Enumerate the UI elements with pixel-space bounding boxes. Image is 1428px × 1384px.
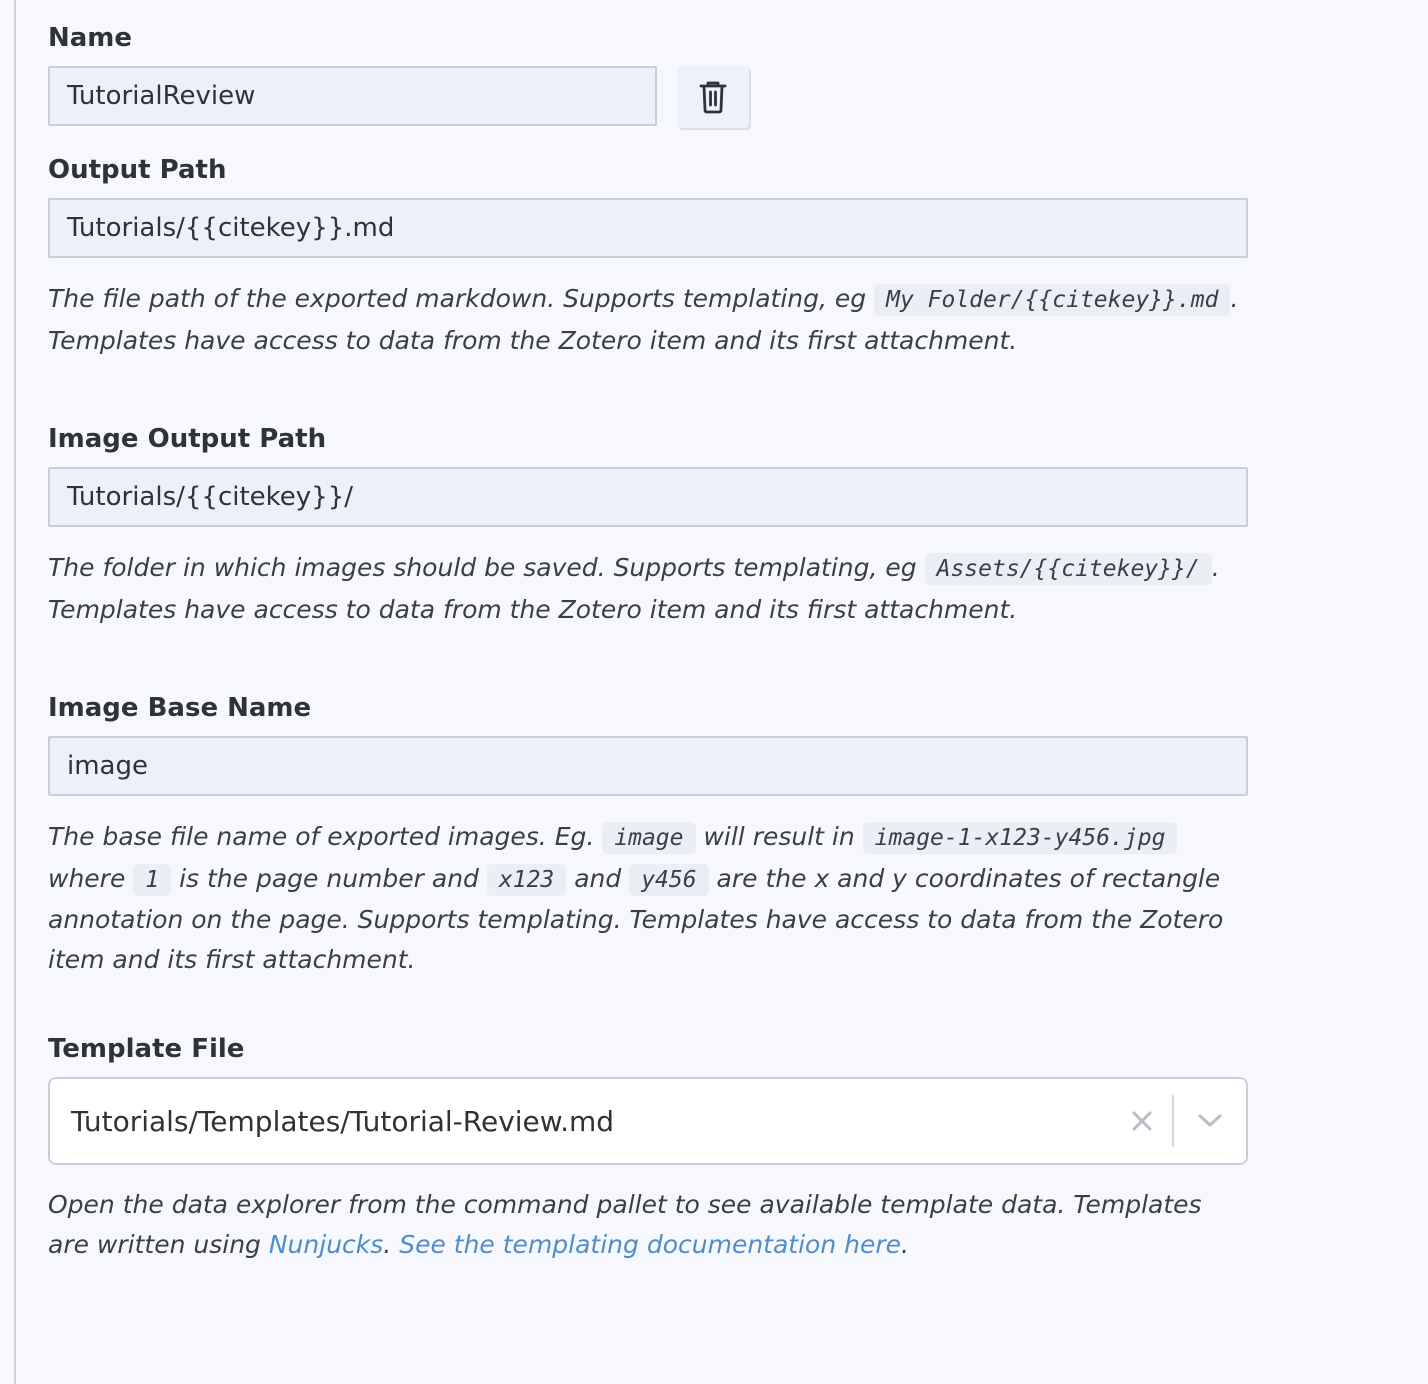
close-icon [1132, 1111, 1152, 1131]
template-file-value: Tutorials/Templates/Tutorial-Review.md [71, 1104, 615, 1138]
name-label: Name [48, 23, 133, 53]
code-snippet: Assets/{{citekey}}/ [924, 553, 1212, 585]
templating-docs-link[interactable]: See the templating documentation here [399, 1230, 901, 1259]
template-file-select[interactable]: Tutorials/Templates/Tutorial-Review.md [48, 1077, 1248, 1165]
image-output-path-input[interactable]: Tutorials/{{citekey}}/ [48, 467, 1248, 527]
description-text: is the page number and [171, 863, 487, 893]
image-output-path-label: Image Output Path [48, 424, 327, 454]
code-snippet: y456 [629, 863, 709, 896]
clear-button[interactable] [1112, 1091, 1172, 1151]
description-text: and [566, 863, 630, 893]
output-path-input[interactable]: Tutorials/{{citekey}}.md [48, 198, 1248, 258]
code-snippet: 1 [133, 863, 172, 896]
description-text: where [48, 863, 134, 893]
code-snippet: image-1-x123-y456.jpg [862, 822, 1178, 854]
trash-icon [699, 81, 727, 114]
dropdown-toggle[interactable] [1174, 1091, 1246, 1151]
settings-form: Name TutorialReview Output Path Tutorial… [48, 18, 1248, 1264]
description-text: The base file name of exported images. E… [48, 822, 603, 851]
name-row: TutorialReview [48, 66, 1248, 128]
name-input[interactable]: TutorialReview [48, 66, 657, 126]
description-text: will result in [695, 822, 863, 851]
description-text: . [383, 1229, 400, 1259]
code-snippet: x123 [486, 863, 567, 896]
chevron-down-icon [1198, 1114, 1222, 1127]
description-text: The folder in which images should be sav… [48, 553, 925, 582]
image-base-name-description: The base file name of exported images. E… [48, 817, 1248, 979]
output-path-label: Output Path [48, 155, 227, 185]
template-file-description: Open the data explorer from the command … [48, 1185, 1248, 1264]
template-file-label: Template File [48, 1034, 245, 1064]
nunjucks-link[interactable]: Nunjucks [269, 1230, 383, 1259]
left-divider [14, 0, 16, 1384]
description-text: The file path of the exported markdown. … [48, 284, 875, 313]
output-path-description: The file path of the exported markdown. … [48, 279, 1248, 360]
image-base-name-input[interactable]: image [48, 736, 1248, 796]
description-text: . [901, 1229, 909, 1259]
image-base-name-label: Image Base Name [48, 693, 312, 723]
code-snippet: image [602, 822, 696, 854]
code-snippet: My Folder/{{citekey}}.md [874, 284, 1231, 316]
image-output-path-description: The folder in which images should be sav… [48, 548, 1248, 629]
delete-button[interactable] [677, 66, 749, 128]
